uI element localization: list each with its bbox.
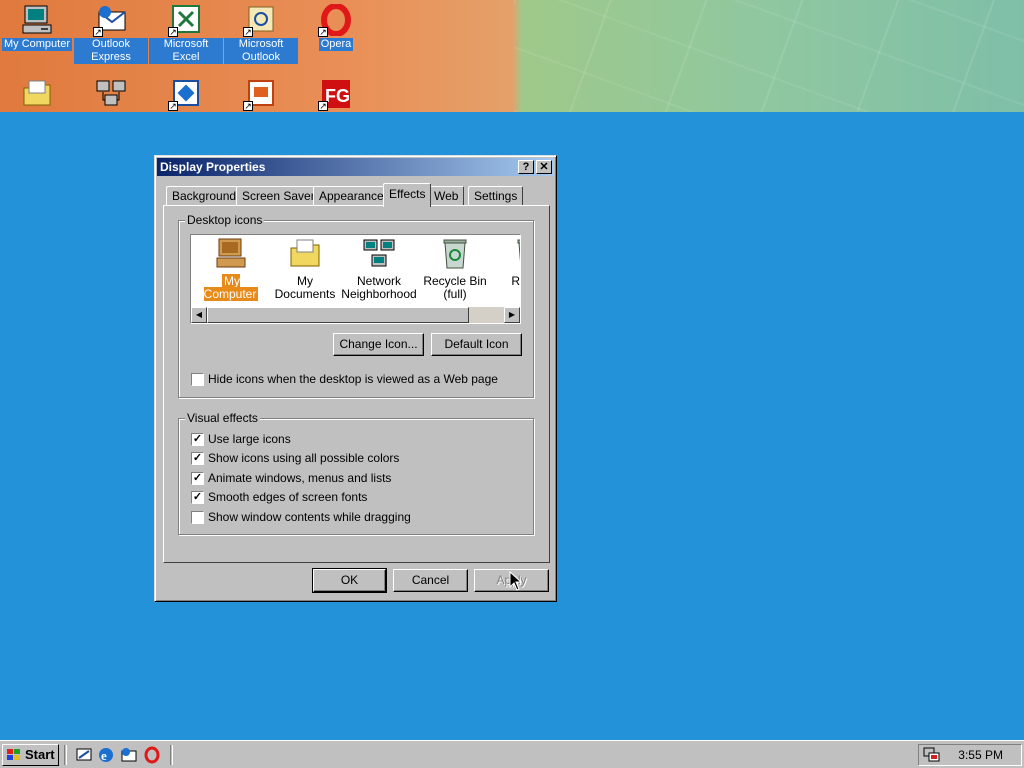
help-button[interactable]: ?: [518, 160, 534, 174]
list-item-my-documents[interactable]: My Documents: [267, 237, 343, 301]
desktop-icon-shortcut[interactable]: ↗: [149, 78, 223, 112]
desktop-icons-list[interactable]: My Computer My Documents Network Neighbo…: [190, 234, 521, 324]
cancel-button[interactable]: Cancel: [393, 569, 468, 592]
animate-windows-checkbox[interactable]: ✓: [191, 472, 204, 485]
opera-icon[interactable]: [143, 746, 161, 764]
tab-effects[interactable]: Effects: [383, 183, 432, 207]
list-item-recycle-bin-full[interactable]: Recycle Bin (full): [417, 237, 493, 301]
display-settings-tray-icon[interactable]: [923, 747, 941, 763]
taskbar: Start e 3:55 PM: [0, 740, 1024, 768]
drag-contents-checkbox[interactable]: [191, 511, 204, 524]
option-label: Animate windows, menus and lists: [208, 471, 392, 485]
dialog-title: Display Properties: [160, 160, 266, 174]
shortcut-arrow-icon: ↗: [243, 101, 253, 111]
desktop-icon-network[interactable]: [74, 78, 148, 112]
list-item-my-computer[interactable]: My Computer: [193, 237, 269, 301]
list-item-network-neighborhood[interactable]: Network Neighborhood: [341, 237, 417, 301]
desktop-icons-legend: Desktop icons: [185, 213, 265, 227]
svg-text:e: e: [101, 748, 107, 763]
recycle-bin-empty-icon: [512, 237, 520, 271]
network-neighborhood-icon: [362, 237, 396, 271]
network-neighborhood-icon: [95, 78, 127, 110]
start-label: Start: [25, 747, 55, 762]
mouse-cursor-icon: [509, 571, 523, 591]
my-computer-icon: [214, 237, 248, 271]
desktop-icon-microsoft-excel[interactable]: ↗ Microsoft Excel: [149, 4, 223, 64]
use-large-icons-checkbox[interactable]: ✓: [191, 433, 204, 446]
powerpoint-icon: ↗: [243, 78, 277, 111]
list-item-recycle-bin-empty[interactable]: Rec (e: [491, 237, 520, 288]
show-desktop-icon[interactable]: [75, 746, 93, 764]
hide-icons-checkbox[interactable]: [191, 373, 204, 386]
shortcut-arrow-icon: ↗: [168, 101, 178, 111]
start-button[interactable]: Start: [2, 744, 59, 766]
taskbar-separator: [170, 745, 173, 765]
all-colors-checkbox[interactable]: ✓: [191, 452, 204, 465]
default-icon-button[interactable]: Default Icon: [431, 333, 522, 356]
my-documents-icon: [288, 237, 322, 271]
desktop-icon-outlook-express[interactable]: ↗ Outlook Express: [74, 4, 148, 64]
wallpaper-pattern: [514, 0, 1024, 112]
windows-logo-icon: [7, 749, 20, 760]
tab-web[interactable]: Web: [428, 186, 465, 206]
clock[interactable]: 3:55 PM: [958, 748, 1003, 762]
list-item-label: My Documents: [274, 274, 336, 301]
list-item-label: Recycle Bin (full): [423, 274, 487, 301]
shortcut-arrow-icon: ↗: [243, 27, 253, 37]
shortcut-arrow-icon: ↗: [93, 27, 103, 37]
desktop-icon-fg-app[interactable]: FG ↗: [299, 78, 373, 112]
desktop-icon-label: Outlook Express: [74, 38, 148, 64]
shortcut-arrow-icon: ↗: [318, 27, 328, 37]
scroll-thumb[interactable]: [207, 307, 469, 323]
desktop-icon-label: Microsoft Outlook: [224, 38, 298, 64]
hide-icons-label: Hide icons when the desktop is viewed as…: [208, 372, 498, 386]
option-label: Use large icons: [208, 432, 291, 446]
internet-explorer-icon[interactable]: e: [97, 746, 115, 764]
scroll-left-icon[interactable]: ◀: [191, 307, 207, 323]
opera-icon: ↗: [318, 3, 352, 37]
outlook-express-icon[interactable]: [120, 746, 138, 764]
excel-icon: ↗: [168, 4, 202, 37]
ok-button[interactable]: OK: [312, 568, 387, 593]
desktop-icon-powerpoint[interactable]: ↗: [224, 78, 298, 112]
desktop-icon-label: Opera: [318, 38, 354, 51]
desktop-icon-label: Microsoft Excel: [149, 38, 223, 64]
smooth-fonts-checkbox[interactable]: ✓: [191, 491, 204, 504]
list-item-label: Network Neighborhood: [341, 274, 417, 301]
dialog-titlebar[interactable]: Display Properties ? ✕: [157, 158, 554, 176]
recycle-bin-full-icon: [438, 237, 472, 271]
taskbar-separator: [64, 745, 67, 765]
tab-appearance[interactable]: Appearance: [313, 186, 390, 206]
fg-app-icon: FG ↗: [318, 78, 352, 111]
my-documents-icon: [21, 78, 53, 110]
tab-settings[interactable]: Settings: [468, 186, 524, 206]
option-label: Show window contents while dragging: [208, 510, 411, 524]
tab-screen-saver[interactable]: Screen Saver: [236, 186, 321, 206]
desktop-icon-my-computer[interactable]: My Computer: [0, 4, 74, 51]
visual-effects-legend: Visual effects: [185, 411, 260, 425]
option-label: Smooth edges of screen fonts: [208, 490, 368, 504]
svg-text:FG: FG: [325, 86, 350, 106]
outlook-icon: ↗: [243, 4, 277, 37]
shortcut-app-icon: ↗: [168, 78, 202, 111]
display-properties-dialog: Display Properties ? ✕ Background Screen…: [154, 155, 557, 602]
outlook-express-icon: ↗: [93, 4, 127, 37]
option-label: Show icons using all possible colors: [208, 451, 400, 465]
shortcut-arrow-icon: ↗: [318, 101, 328, 111]
shortcut-arrow-icon: ↗: [168, 27, 178, 37]
system-tray: 3:55 PM: [918, 744, 1022, 766]
desktop-icon-label: My Computer: [1, 38, 73, 51]
tab-background[interactable]: Background: [166, 186, 243, 206]
list-item-label: Rec (e: [511, 274, 520, 288]
icon-list-scrollbar[interactable]: ◀ ▶: [191, 307, 520, 323]
desktop-icon-opera[interactable]: ↗ Opera: [299, 3, 373, 51]
scroll-right-icon[interactable]: ▶: [504, 307, 520, 323]
list-item-label: My Computer: [203, 274, 259, 301]
change-icon-button[interactable]: Change Icon...: [333, 333, 424, 356]
my-computer-icon: [21, 4, 53, 36]
desktop-icon-microsoft-outlook[interactable]: ↗ Microsoft Outlook: [224, 4, 298, 64]
desktop-icon-my-documents[interactable]: [0, 78, 74, 112]
close-button[interactable]: ✕: [536, 160, 552, 174]
